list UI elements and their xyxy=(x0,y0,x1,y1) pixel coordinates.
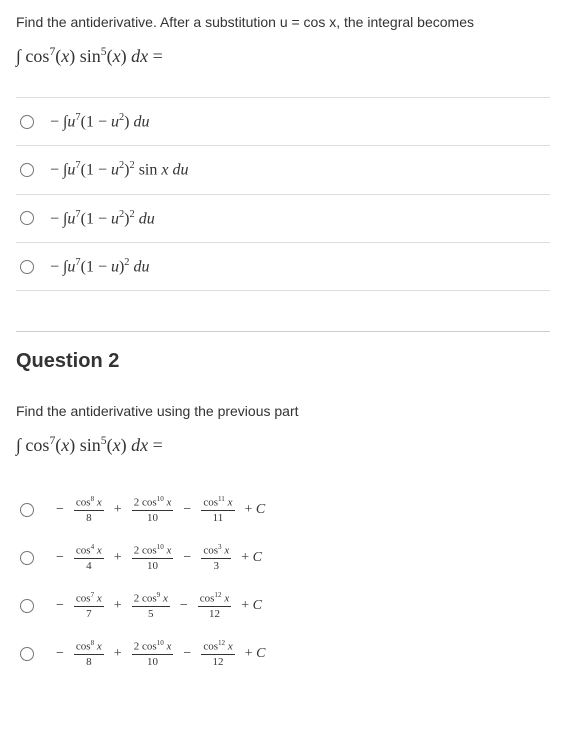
q2-prompt: Find the antiderivative using the previo… xyxy=(16,401,550,422)
q2-radio-3[interactable] xyxy=(20,647,34,661)
fraction: cos11 x11 xyxy=(201,496,234,524)
q1-option-0[interactable]: − ∫u7(1 − u2) du xyxy=(16,98,550,146)
fraction: cos8 x8 xyxy=(74,640,104,668)
fraction: cos8 x8 xyxy=(74,496,104,524)
q1-radio-2[interactable] xyxy=(20,211,34,225)
q1-options: − ∫u7(1 − u2) du − ∫u7(1 − u2)2 sin x du… xyxy=(16,97,550,291)
q2-option-1[interactable]: −cos4 x4+2 cos10 x10−cos3 x3+ C xyxy=(16,534,550,582)
q2-radio-2[interactable] xyxy=(20,599,34,613)
fraction: 2 cos10 x10 xyxy=(132,496,174,524)
q2-radio-1[interactable] xyxy=(20,551,34,565)
q2-integral: ∫ cos7(x) sin5(x) dx = xyxy=(16,434,550,456)
fraction: cos4 x4 xyxy=(74,544,104,572)
q1-option-2[interactable]: − ∫u7(1 − u2)2 du xyxy=(16,195,550,243)
divider xyxy=(16,331,550,332)
q1-radio-0[interactable] xyxy=(20,115,34,129)
fraction: 2 cos10 x10 xyxy=(132,544,174,572)
q1-option-label: − ∫u7(1 − u2)2 du xyxy=(50,209,155,228)
q1-option-label: − ∫u7(1 − u)2 du xyxy=(50,257,150,276)
q1-option-label: − ∫u7(1 − u2) du xyxy=(50,112,150,131)
q2-option-label: −cos4 x4+2 cos10 x10−cos3 x3+ C xyxy=(50,544,268,572)
q1-option-label: − ∫u7(1 − u2)2 sin x du xyxy=(50,160,188,179)
fraction: cos3 x3 xyxy=(201,544,231,572)
q2-option-3[interactable]: −cos8 x8+2 cos10 x10−cos12 x12+ C xyxy=(16,630,550,678)
q1-radio-3[interactable] xyxy=(20,260,34,274)
q2-option-label: −cos8 x8+2 cos10 x10−cos11 x11+ C xyxy=(50,496,271,524)
q1-prompt: Find the antiderivative. After a substit… xyxy=(16,12,550,33)
q2-radio-0[interactable] xyxy=(20,503,34,517)
q2-option-label: −cos7 x7+2 cos9 x5−cos12 x12+ C xyxy=(50,592,268,620)
q2-options: −cos8 x8+2 cos10 x10−cos11 x11+ C −cos4 x… xyxy=(16,486,550,677)
fraction: cos12 x12 xyxy=(201,640,234,668)
q1-integral: ∫ cos7(x) sin5(x) dx = xyxy=(16,45,550,67)
q1-radio-1[interactable] xyxy=(20,163,34,177)
q2-title: Question 2 xyxy=(16,350,550,373)
q1-option-3[interactable]: − ∫u7(1 − u)2 du xyxy=(16,243,550,291)
q1-option-1[interactable]: − ∫u7(1 − u2)2 sin x du xyxy=(16,146,550,194)
fraction: cos12 x12 xyxy=(198,592,231,620)
question-2: Question 2 Find the antiderivative using… xyxy=(16,350,550,677)
fraction: 2 cos9 x5 xyxy=(132,592,170,620)
q2-option-0[interactable]: −cos8 x8+2 cos10 x10−cos11 x11+ C xyxy=(16,486,550,534)
q2-option-label: −cos8 x8+2 cos10 x10−cos12 x12+ C xyxy=(50,640,272,668)
q2-option-2[interactable]: −cos7 x7+2 cos9 x5−cos12 x12+ C xyxy=(16,582,550,630)
fraction: 2 cos10 x10 xyxy=(132,640,174,668)
question-1: Find the antiderivative. After a substit… xyxy=(16,12,550,291)
fraction: cos7 x7 xyxy=(74,592,104,620)
